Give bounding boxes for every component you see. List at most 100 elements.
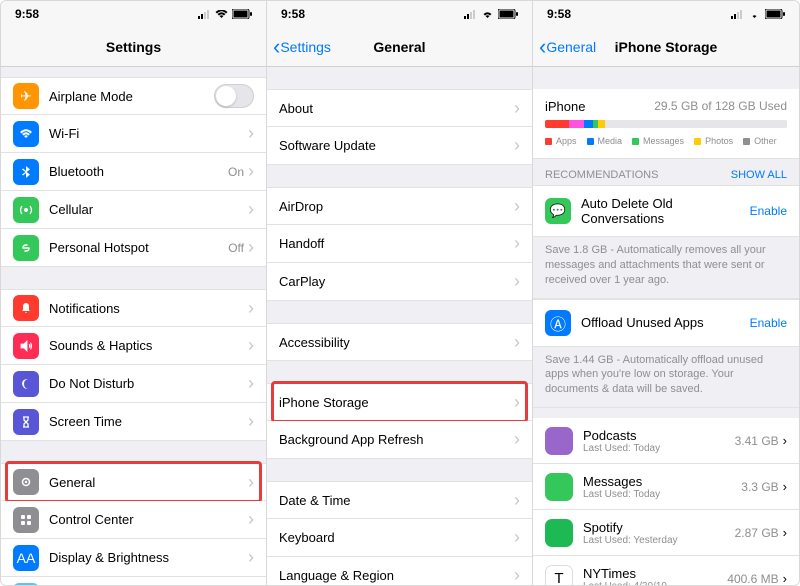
app-row-spotify[interactable]: SpotifyLast Used: Yesterday2.87 GB› — [533, 510, 799, 556]
row-do-not-disturb[interactable]: Do Not Disturb› — [1, 365, 266, 403]
row-handoff[interactable]: Handoff› — [267, 225, 532, 263]
status-bar: 9:58 — [267, 1, 532, 27]
row-background-app-refresh[interactable]: Background App Refresh› — [267, 421, 532, 459]
row-carplay[interactable]: CarPlay› — [267, 263, 532, 301]
row-about[interactable]: About› — [267, 89, 532, 127]
app-name: NYTimes — [583, 566, 727, 581]
chevron-right-icon: › — [783, 479, 787, 494]
status-time: 9:58 — [547, 7, 571, 21]
row-keyboard[interactable]: Keyboard› — [267, 519, 532, 557]
row-general[interactable]: General› — [1, 463, 266, 501]
chevron-right-icon: › — [248, 123, 254, 144]
settings-list[interactable]: ✈Airplane ModeWi-Fi›BluetoothOn›Cellular… — [1, 67, 266, 585]
row-notifications[interactable]: Notifications› — [1, 289, 266, 327]
row-detail: On — [228, 165, 244, 179]
signal-icon — [464, 10, 477, 19]
row-airdrop[interactable]: AirDrop› — [267, 187, 532, 225]
row-software-update[interactable]: Software Update› — [267, 127, 532, 165]
chevron-right-icon: › — [248, 298, 254, 319]
legend-item: Messages — [632, 136, 684, 146]
row-bluetooth[interactable]: BluetoothOn› — [1, 153, 266, 191]
row-screen-time[interactable]: Screen Time› — [1, 403, 266, 441]
row-airplane-mode[interactable]: ✈Airplane Mode — [1, 77, 266, 115]
storage-bar — [545, 120, 787, 128]
app-name: Messages — [583, 474, 741, 489]
chevron-right-icon: › — [514, 135, 520, 156]
app-icon — [545, 473, 573, 501]
row-icon — [13, 371, 39, 397]
nav-title: Settings — [1, 39, 266, 55]
chevron-right-icon: › — [514, 332, 520, 353]
row-label: Sounds & Haptics — [49, 338, 248, 353]
row-label: Airplane Mode — [49, 89, 214, 104]
wifi-icon — [215, 10, 228, 19]
back-button[interactable]: ‹Settings — [267, 36, 331, 58]
toggle[interactable] — [214, 84, 254, 108]
row-label: Screen Time — [49, 414, 248, 429]
app-size: 400.6 MB — [727, 572, 778, 585]
chevron-right-icon: › — [514, 429, 520, 450]
chevron-right-icon: › — [248, 373, 254, 394]
app-row-podcasts[interactable]: PodcastsLast Used: Today3.41 GB› — [533, 418, 799, 464]
navbar-storage: ‹General iPhone Storage — [533, 27, 799, 67]
app-sub: Last Used: Yesterday — [583, 535, 735, 546]
row-label: Bluetooth — [49, 164, 228, 179]
chevron-right-icon: › — [514, 565, 520, 585]
row-label: Keyboard — [279, 530, 514, 545]
status-time: 9:58 — [281, 7, 305, 21]
row-accessibility[interactable]: Accessibility› — [267, 323, 532, 361]
row-icon — [13, 469, 39, 495]
row-label: Language & Region — [279, 568, 514, 583]
app-size: 3.3 GB — [741, 480, 778, 494]
navbar-settings: Settings — [1, 27, 266, 67]
app-row-messages[interactable]: MessagesLast Used: Today3.3 GB› — [533, 464, 799, 510]
bar-segment — [545, 120, 569, 128]
storage-list[interactable]: iPhone 29.5 GB of 128 GB Used AppsMediaM… — [533, 67, 799, 585]
bar-segment — [584, 120, 594, 128]
row-cellular[interactable]: Cellular› — [1, 191, 266, 229]
row-label: CarPlay — [279, 274, 514, 289]
row-label: Background App Refresh — [279, 432, 514, 447]
battery-icon — [498, 9, 518, 19]
chevron-right-icon: › — [514, 98, 520, 119]
app-name: Spotify — [583, 520, 735, 535]
rec-offload[interactable]: Ⓐ Offload Unused Apps Enable — [533, 299, 799, 347]
chevron-right-icon: › — [514, 196, 520, 217]
app-icon — [545, 519, 573, 547]
show-all-link[interactable]: SHOW ALL — [731, 169, 787, 181]
wifi-icon — [748, 10, 761, 19]
row-control-center[interactable]: Control Center› — [1, 501, 266, 539]
row-icon — [13, 295, 39, 321]
row-date-time[interactable]: Date & Time› — [267, 481, 532, 519]
col-storage: 9:58 ‹General iPhone Storage iPhone 29.5… — [533, 1, 799, 585]
chevron-left-icon: ‹ — [539, 36, 546, 58]
row-wallpaper[interactable]: Wallpaper› — [1, 577, 266, 585]
chevron-right-icon: › — [514, 490, 520, 511]
enable-link[interactable]: Enable — [750, 316, 787, 330]
row-language-region[interactable]: Language & Region› — [267, 557, 532, 585]
device-label: iPhone — [545, 99, 585, 114]
row-icon — [13, 507, 39, 533]
chevron-right-icon: › — [514, 527, 520, 548]
signal-icon — [731, 10, 744, 19]
app-row-nytimes[interactable]: TNYTimesLast Used: 4/30/19400.6 MB› — [533, 556, 799, 585]
legend-item: Other — [743, 136, 777, 146]
storage-legend: AppsMediaMessagesPhotosOther — [545, 136, 787, 146]
chevron-right-icon: › — [514, 271, 520, 292]
row-sounds-haptics[interactable]: Sounds & Haptics› — [1, 327, 266, 365]
row-detail: Off — [228, 241, 244, 255]
row-personal-hotspot[interactable]: Personal HotspotOff› — [1, 229, 266, 267]
row-wi-fi[interactable]: Wi-Fi› — [1, 115, 266, 153]
battery-icon — [765, 9, 785, 19]
bar-segment — [598, 120, 605, 128]
general-list[interactable]: About›Software Update› AirDrop›Handoff›C… — [267, 67, 532, 585]
row-icon — [13, 159, 39, 185]
row-display-brightness[interactable]: AADisplay & Brightness› — [1, 539, 266, 577]
app-sub: Last Used: 4/30/19 — [583, 581, 727, 585]
row-iphone-storage[interactable]: iPhone Storage› — [267, 383, 532, 421]
enable-link[interactable]: Enable — [750, 204, 787, 218]
back-button[interactable]: ‹General — [533, 36, 596, 58]
chevron-right-icon: › — [783, 571, 787, 585]
row-icon — [13, 235, 39, 261]
rec-auto-delete[interactable]: 💬 Auto Delete Old Conversations Enable — [533, 185, 799, 237]
